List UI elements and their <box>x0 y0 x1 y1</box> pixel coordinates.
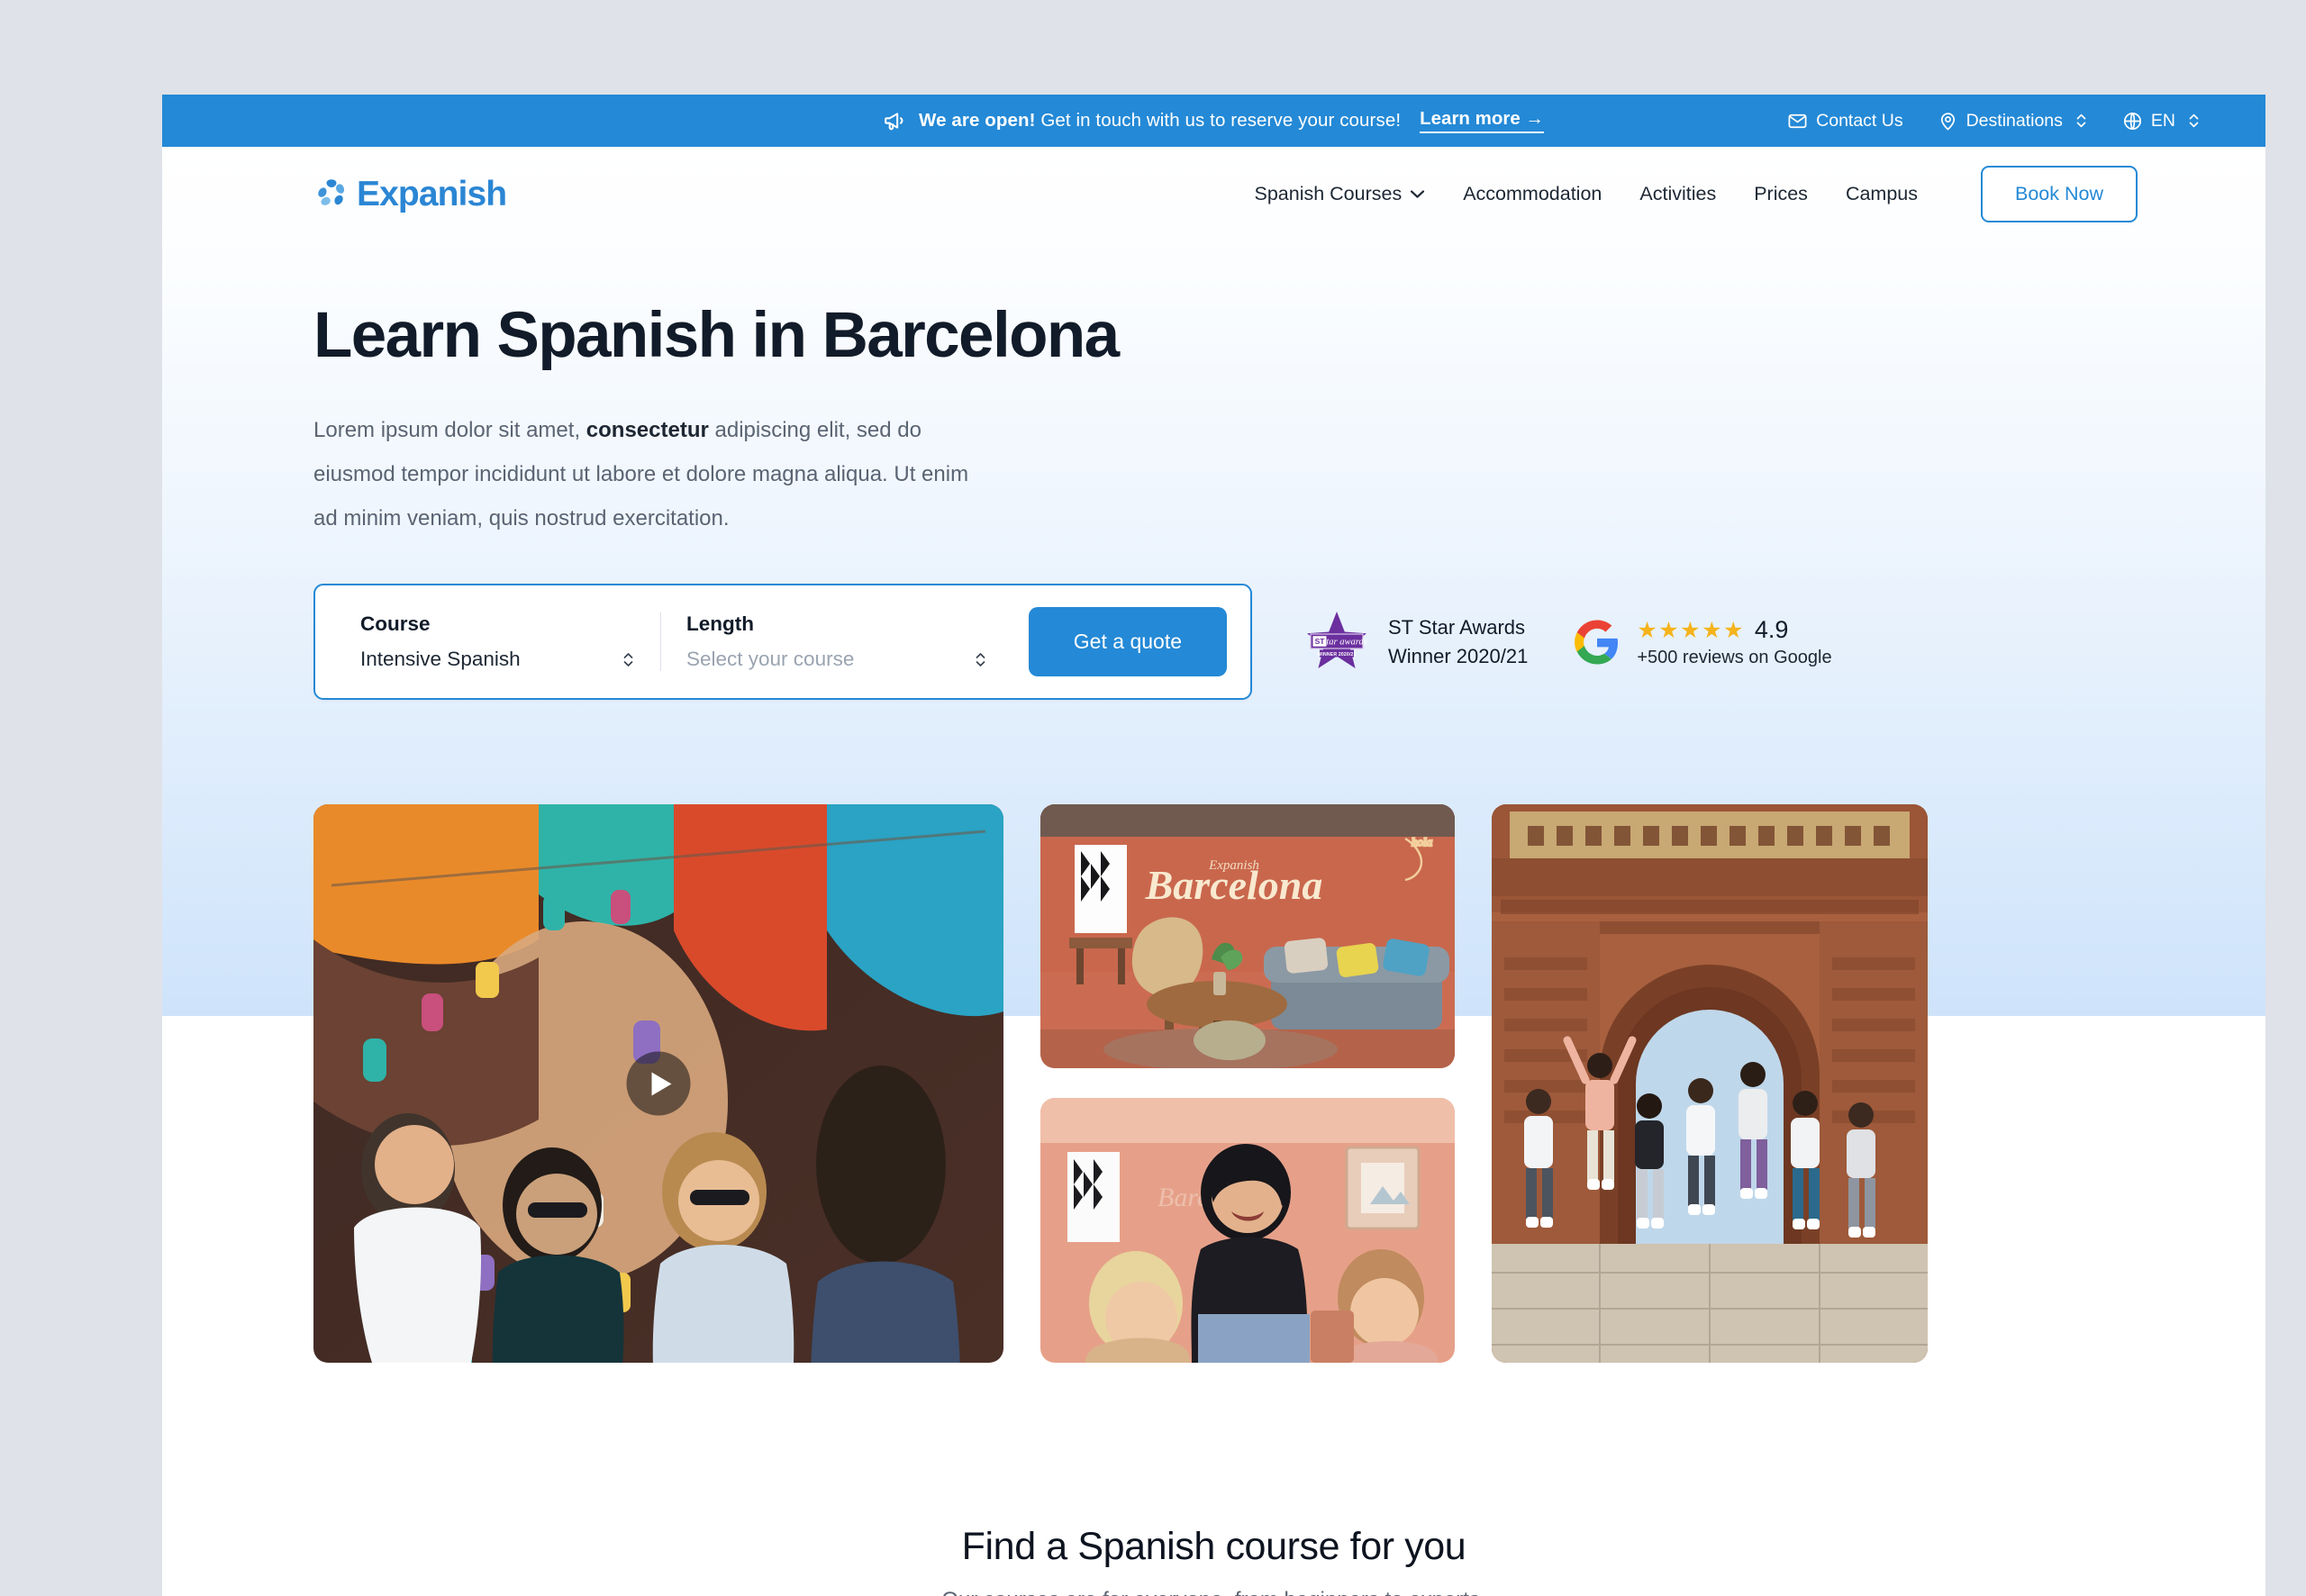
svg-text:WINNER 2020/21: WINNER 2020/21 <box>1317 651 1356 657</box>
course-label: Course <box>360 612 431 635</box>
length-select-value: Select your course <box>686 648 855 670</box>
hero-paragraph: Lorem ipsum dolor sit amet, consectetur … <box>313 408 998 540</box>
media-gallery: Barcelona Expanish hola <box>313 804 2114 1363</box>
gallery-column-left <box>313 804 1003 1363</box>
courses-title: Find a Spanish course for you <box>961 1525 1466 1568</box>
svg-text:star awards: star awards <box>1322 637 1367 647</box>
google-rating-block: ★★★★★ 4.9 +500 reviews on Google <box>1637 616 1831 668</box>
google-g-icon <box>1575 620 1620 665</box>
page-title: Learn Spanish in Barcelona <box>313 300 1120 371</box>
google-reviews-badge: ★★★★★ 4.9 +500 reviews on Google <box>1575 616 1832 668</box>
nav-item-spanish-courses[interactable]: Spanish Courses <box>1254 183 1425 205</box>
language-label: EN <box>2150 110 2175 131</box>
st-star-awards-icon: ST star awards WINNER 2020/21 <box>1303 610 1371 675</box>
contact-us-label: Contact Us <box>1816 110 1903 131</box>
destinations-selector[interactable]: Destinations <box>1938 111 2088 131</box>
st-star-awards-badge: ST star awards WINNER 2020/21 ST Star Aw… <box>1303 610 1528 675</box>
courses-subtitle: Our courses are for everyone, from begin… <box>162 1588 2265 1596</box>
get-a-quote-button[interactable]: Get a quote <box>1028 607 1227 676</box>
language-selector[interactable]: EN <box>2122 111 2201 131</box>
course-select[interactable]: Intensive Spanish <box>360 648 635 671</box>
arc-de-triomf-photo[interactable] <box>1492 804 1928 1363</box>
main-navigation: Expanish Spanish Courses Accommodation A… <box>162 147 2265 241</box>
megaphone-icon <box>884 109 907 132</box>
length-field: Length Select your course <box>661 612 1012 671</box>
globe-icon <box>2122 111 2143 131</box>
award-line-1: ST Star Awards <box>1388 615 1526 639</box>
reviews-count: +500 reviews on Google <box>1637 647 1832 667</box>
rating-stars: ★★★★★ <box>1637 617 1745 643</box>
page-canvas: We are open! Get in touch with us to res… <box>162 95 2265 1596</box>
chevron-down-icon <box>1410 189 1425 199</box>
book-now-button[interactable]: Book Now <box>1981 166 2138 222</box>
chevron-updown-icon <box>622 649 635 670</box>
nav-item-accommodation[interactable]: Accommodation <box>1463 183 1602 205</box>
hero-paragraph-part1: Lorem ipsum dolor sit amet, <box>313 418 586 442</box>
chevron-updown-icon <box>974 649 987 670</box>
rating-value: 4.9 <box>1754 615 1789 643</box>
gallery-column-right <box>1492 804 1928 1363</box>
expanish-logo-icon <box>313 177 350 213</box>
svg-text:hola: hola <box>1412 835 1433 848</box>
gallery-column-middle: Barcelona Expanish hola <box>1040 804 1455 1363</box>
announcement-rest: Get in touch with us to reserve your cou… <box>1035 110 1402 131</box>
announcement-bold: We are open! <box>919 110 1036 131</box>
students-mural-video[interactable] <box>313 804 1003 1363</box>
campus-lounge-photo[interactable]: Barcelona Expanish hola <box>1040 804 1455 1068</box>
announcement-text: We are open! Get in touch with us to res… <box>919 110 1401 131</box>
course-select-value: Intensive Spanish <box>360 648 521 670</box>
chevron-updown-icon <box>2187 111 2201 131</box>
nav-links: Spanish Courses Accommodation Activities… <box>1254 166 2138 222</box>
svg-text:Expanish: Expanish <box>1208 858 1259 873</box>
student-smiling-photo[interactable]: Barcelona <box>1040 1098 1455 1363</box>
mail-icon <box>1787 111 1808 131</box>
award-text: ST Star Awards Winner 2020/21 <box>1388 613 1528 671</box>
hero-paragraph-bold: consectetur <box>586 418 709 442</box>
quote-row: Course Intensive Spanish Length Select y… <box>313 584 2114 700</box>
learn-more-link[interactable]: Learn more → <box>1420 108 1544 133</box>
chevron-updown-icon <box>2074 111 2088 131</box>
length-label: Length <box>686 612 754 635</box>
announcement-links: Contact Us Destinations EN <box>1787 95 2201 147</box>
award-line-2: Winner 2020/21 <box>1388 644 1529 667</box>
contact-us-link[interactable]: Contact Us <box>1787 110 1903 131</box>
expanish-logo[interactable]: Expanish <box>313 174 507 214</box>
course-field: Course Intensive Spanish <box>339 612 661 671</box>
nav-item-label: Spanish Courses <box>1254 183 1403 204</box>
hero-section: Expanish Spanish Courses Accommodation A… <box>162 147 2265 1363</box>
quote-form: Course Intensive Spanish Length Select y… <box>313 584 1252 700</box>
hero-content: Learn Spanish in Barcelona Lorem ipsum d… <box>162 299 2265 700</box>
expanish-logo-text: Expanish <box>357 174 507 213</box>
nav-item-activities[interactable]: Activities <box>1639 183 1716 205</box>
destinations-label: Destinations <box>1966 110 2063 131</box>
play-icon <box>651 1072 671 1095</box>
location-pin-icon <box>1938 111 1958 131</box>
trust-badges: ST star awards WINNER 2020/21 ST Star Aw… <box>1303 610 1832 675</box>
announcement-bar: We are open! Get in touch with us to res… <box>162 95 2265 147</box>
nav-item-prices[interactable]: Prices <box>1754 183 1808 205</box>
length-select[interactable]: Select your course <box>686 648 987 671</box>
nav-item-campus[interactable]: Campus <box>1846 183 1918 205</box>
play-button[interactable] <box>626 1051 691 1116</box>
